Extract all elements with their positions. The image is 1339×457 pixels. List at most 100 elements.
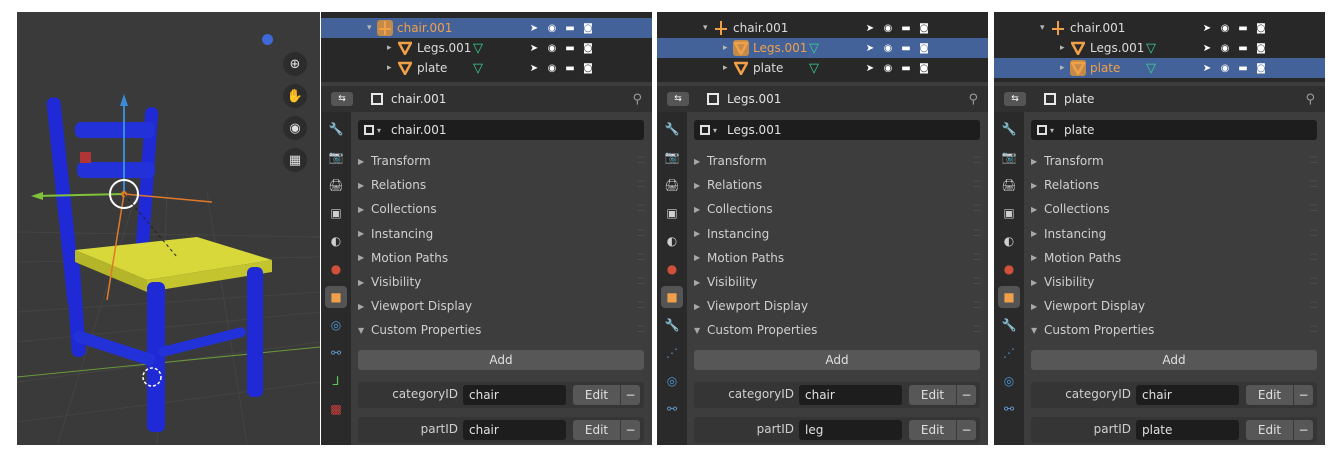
- navigation-gizmo-dot[interactable]: [262, 34, 273, 45]
- drag-grip-icon[interactable]: ⁚⁚⁚⁚: [637, 301, 646, 311]
- section-motion-paths[interactable]: ▶ Motion Paths ⁚⁚⁚⁚: [694, 247, 982, 269]
- render-toggle-icon[interactable]: ◙: [918, 22, 930, 34]
- viewport-disable-icon[interactable]: ▬: [564, 42, 576, 54]
- output-icon[interactable]: 🖨: [325, 174, 347, 196]
- outliner-row[interactable]: ▾ chair.001 ➤ ◉ ▬ ◙: [994, 18, 1325, 38]
- section-custom-properties[interactable]: ▼ Custom Properties ⁚⁚⁚⁚: [358, 319, 646, 341]
- select-toggle-icon[interactable]: ➤: [864, 22, 876, 34]
- visibility-eye-icon[interactable]: ◉: [546, 42, 558, 54]
- world-icon[interactable]: ●: [325, 258, 347, 280]
- expand-toggle-icon[interactable]: ▾: [367, 23, 377, 33]
- section-instancing[interactable]: ▶ Instancing ⁚⁚⁚⁚: [1031, 223, 1318, 245]
- visibility-eye-icon[interactable]: ◉: [882, 42, 894, 54]
- section-relations[interactable]: ▶ Relations ⁚⁚⁚⁚: [358, 174, 646, 196]
- expand-toggle-icon[interactable]: ▸: [387, 63, 397, 73]
- render-toggle-icon[interactable]: ◙: [1255, 22, 1267, 34]
- section-instancing[interactable]: ▶ Instancing ⁚⁚⁚⁚: [358, 223, 645, 245]
- pin-icon[interactable]: ⚲: [968, 92, 978, 107]
- render-toggle-icon[interactable]: ◙: [1255, 62, 1267, 74]
- property-value-field[interactable]: plate: [1136, 420, 1239, 440]
- section-motion-paths[interactable]: ▶ Motion Paths ⁚⁚⁚⁚: [358, 247, 646, 269]
- drag-grip-icon[interactable]: ⁚⁚⁚⁚: [1310, 325, 1319, 335]
- viewport-disable-icon[interactable]: ▬: [900, 62, 912, 74]
- section-custom-properties[interactable]: ▼ Custom Properties ⁚⁚⁚⁚: [694, 319, 982, 341]
- edit-property-button[interactable]: Edit: [909, 420, 956, 440]
- drag-grip-icon[interactable]: ⁚⁚⁚⁚: [637, 277, 646, 287]
- drag-grip-icon[interactable]: ⁚⁚⁚⁚: [973, 180, 982, 190]
- visibility-eye-icon[interactable]: ◉: [882, 22, 894, 34]
- render-toggle-icon[interactable]: ◙: [582, 62, 594, 74]
- scene-icon[interactable]: ◐: [998, 230, 1020, 252]
- select-toggle-icon[interactable]: ➤: [528, 42, 540, 54]
- drag-grip-icon[interactable]: ⁚⁚⁚⁚: [1310, 277, 1319, 287]
- viewport-disable-icon[interactable]: ▬: [1237, 42, 1249, 54]
- section-transform[interactable]: ▶ Transform ⁚⁚⁚⁚: [358, 150, 645, 172]
- render-toggle-icon[interactable]: ◙: [918, 42, 930, 54]
- edit-property-button[interactable]: Edit: [1246, 420, 1293, 440]
- grid-ortho-icon[interactable]: ▦: [283, 148, 307, 172]
- expand-toggle-icon[interactable]: ▸: [387, 43, 397, 53]
- drag-grip-icon[interactable]: ⁚⁚⁚⁚: [973, 325, 982, 335]
- visibility-eye-icon[interactable]: ◉: [1219, 62, 1231, 74]
- viewport-disable-icon[interactable]: ▬: [900, 42, 912, 54]
- object-name-field[interactable]: ▾ Legs.001: [694, 120, 980, 140]
- outliner-row[interactable]: ▸ plate ▽ ➤ ◉ ▬ ◙: [994, 58, 1325, 78]
- properties-editor-icon[interactable]: ⇆: [1004, 92, 1026, 106]
- constraints-icon[interactable]: ⚯: [325, 342, 347, 364]
- constraints-icon[interactable]: ⚯: [998, 398, 1020, 420]
- select-toggle-icon[interactable]: ➤: [1201, 22, 1213, 34]
- render-toggle-icon[interactable]: ◙: [582, 42, 594, 54]
- expand-toggle-icon[interactable]: ▾: [1040, 23, 1050, 33]
- drag-grip-icon[interactable]: ⁚⁚⁚⁚: [637, 253, 646, 263]
- select-toggle-icon[interactable]: ➤: [864, 42, 876, 54]
- property-value-field[interactable]: chair: [799, 385, 902, 405]
- particles-icon[interactable]: ⋰: [661, 342, 683, 364]
- hand-pan-icon[interactable]: ✋: [283, 84, 307, 108]
- drag-grip-icon[interactable]: ⁚⁚⁚⁚: [973, 301, 982, 311]
- select-toggle-icon[interactable]: ➤: [528, 62, 540, 74]
- section-instancing[interactable]: ▶ Instancing ⁚⁚⁚⁚: [694, 223, 981, 245]
- output-icon[interactable]: 🖨: [998, 174, 1020, 196]
- constraints-icon[interactable]: ⚯: [661, 398, 683, 420]
- edit-property-button[interactable]: Edit: [909, 385, 956, 405]
- physics-icon[interactable]: ◎: [998, 370, 1020, 392]
- visibility-eye-icon[interactable]: ◉: [1219, 42, 1231, 54]
- drag-grip-icon[interactable]: ⁚⁚⁚⁚: [1310, 253, 1319, 263]
- drag-grip-icon[interactable]: ⁚⁚⁚⁚: [973, 204, 982, 214]
- 3d-viewport[interactable]: ⊕ ✋ ◉ ▦: [17, 12, 320, 445]
- add-property-button[interactable]: Add: [694, 350, 980, 370]
- drag-grip-icon[interactable]: ⁚⁚⁚⁚: [973, 277, 982, 287]
- remove-property-button[interactable]: −: [1293, 385, 1313, 405]
- remove-property-button[interactable]: −: [620, 420, 640, 440]
- outliner-row[interactable]: ▸ Legs.001 ▽ ➤ ◉ ▬ ◙: [657, 38, 988, 58]
- drag-grip-icon[interactable]: ⁚⁚⁚⁚: [1310, 156, 1319, 166]
- expand-toggle-icon[interactable]: ▸: [723, 43, 733, 53]
- expand-toggle-icon[interactable]: ▾: [703, 23, 713, 33]
- particles-icon[interactable]: ⋰: [998, 342, 1020, 364]
- section-visibility[interactable]: ▶ Visibility ⁚⁚⁚⁚: [358, 271, 646, 293]
- viewport-disable-icon[interactable]: ▬: [1237, 62, 1249, 74]
- tool-icon[interactable]: 🔧: [998, 118, 1020, 140]
- remove-property-button[interactable]: −: [620, 385, 640, 405]
- drag-grip-icon[interactable]: ⁚⁚⁚⁚: [637, 180, 646, 190]
- output-icon[interactable]: 🖨: [661, 174, 683, 196]
- property-value-field[interactable]: chair: [463, 385, 566, 405]
- remove-property-button[interactable]: −: [956, 385, 976, 405]
- data-empty-icon[interactable]: ⅃: [325, 370, 347, 392]
- drag-grip-icon[interactable]: ⁚⁚⁚⁚: [973, 156, 982, 166]
- modifier-icon[interactable]: 🔧: [998, 314, 1020, 336]
- drag-grip-icon[interactable]: ⁚⁚⁚⁚: [973, 253, 982, 263]
- physics-icon[interactable]: ◎: [661, 370, 683, 392]
- object-name-field[interactable]: ▾ plate: [1031, 120, 1317, 140]
- drag-grip-icon[interactable]: ⁚⁚⁚⁚: [637, 325, 646, 335]
- outliner-row[interactable]: ▾ chair.001 ➤ ◉ ▬ ◙: [321, 18, 652, 38]
- pin-icon[interactable]: ⚲: [1305, 92, 1315, 107]
- property-value-field[interactable]: leg: [799, 420, 902, 440]
- select-toggle-icon[interactable]: ➤: [528, 22, 540, 34]
- add-property-button[interactable]: Add: [1031, 350, 1317, 370]
- world-icon[interactable]: ●: [661, 258, 683, 280]
- section-relations[interactable]: ▶ Relations ⁚⁚⁚⁚: [694, 174, 982, 196]
- add-property-button[interactable]: Add: [358, 350, 644, 370]
- chevron-down-icon[interactable]: ▾: [1050, 126, 1054, 135]
- object-icon[interactable]: ■: [661, 286, 683, 308]
